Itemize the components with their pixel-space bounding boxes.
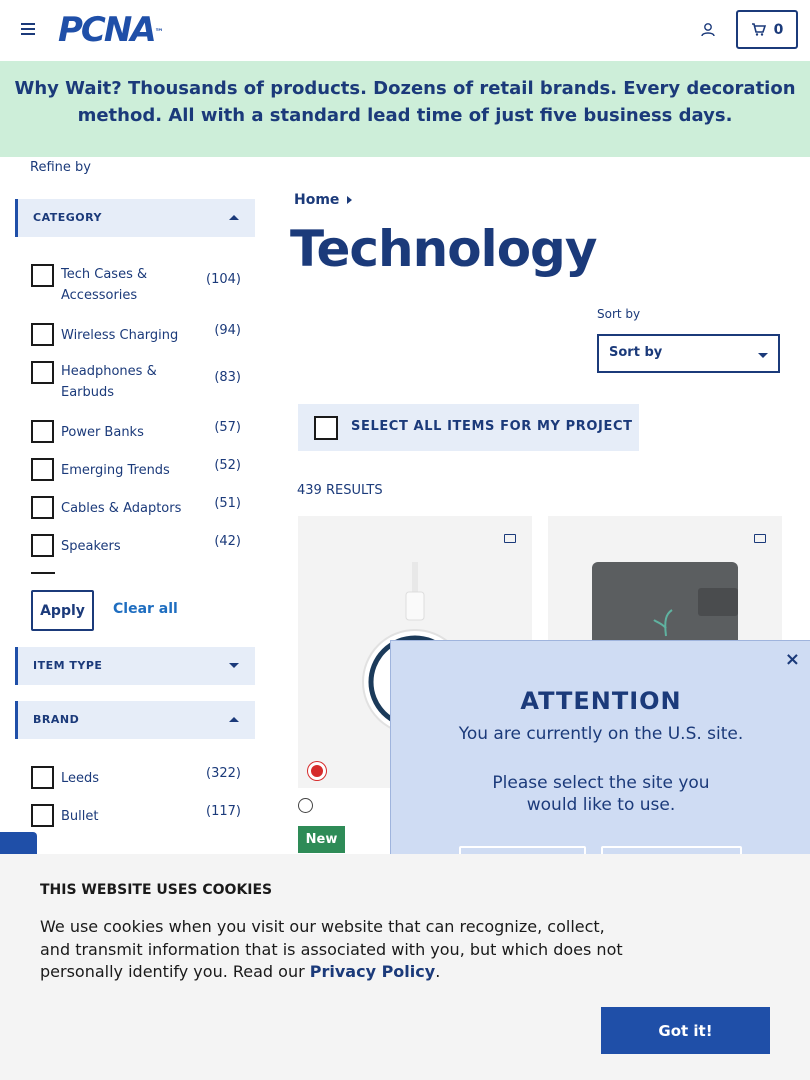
sort-select-value: Sort by [609, 345, 663, 360]
sort-label: Sort by [597, 307, 641, 321]
results-count: 439 RESULTS [297, 483, 383, 498]
apply-button[interactable]: Apply [31, 590, 94, 631]
checkbox[interactable] [31, 264, 54, 287]
checkbox[interactable] [31, 496, 54, 519]
facet-option-count: (104) [206, 272, 241, 287]
checkbox[interactable] [31, 534, 54, 557]
promo-banner: Why Wait? Thousands of products. Dozens … [0, 61, 810, 157]
color-swatch-red[interactable] [308, 762, 326, 780]
facet-option-label: Headphones & Earbuds [61, 364, 157, 400]
facet-option-count: (117) [206, 804, 241, 819]
cookie-period: . [435, 962, 441, 981]
cookie-text: We use cookies when you visit our websit… [40, 916, 630, 984]
page: PCNA™ 0 Why Wait? Thousands of products.… [0, 0, 810, 1080]
facet-option-label: Cables & Adaptors [61, 501, 182, 516]
facet-option-count: (57) [214, 420, 241, 435]
compare-radio[interactable] [298, 798, 313, 813]
privacy-policy-link[interactable]: Privacy Policy [310, 962, 435, 981]
breadcrumb-home[interactable]: Home [294, 192, 339, 208]
checkbox[interactable] [31, 420, 54, 443]
site-header: PCNA™ 0 [0, 0, 810, 61]
facet-option-count: (322) [206, 766, 241, 781]
chevron-down-icon [758, 353, 768, 358]
facet-option-label: Emerging Trends [61, 463, 170, 478]
select-all-items[interactable]: SELECT ALL ITEMS FOR MY PROJECT [298, 404, 639, 451]
modal-title: ATTENTION [520, 687, 682, 715]
facet-category-toggle[interactable]: CATEGORY [15, 199, 255, 237]
got-it-button[interactable]: Got it! [601, 1007, 770, 1054]
checkbox[interactable] [31, 804, 54, 827]
banner-text: Thousands of products. Dozens of retail … [77, 78, 796, 126]
checkbox[interactable] [314, 416, 338, 440]
checkbox[interactable] [31, 361, 54, 384]
chevron-up-icon [229, 717, 239, 722]
facet-brand-toggle[interactable]: BRAND [15, 701, 255, 739]
modal-site-notice: You are currently on the U.S. site. [458, 724, 744, 744]
checkbox[interactable] [31, 323, 54, 346]
refine-label: Refine by [30, 160, 91, 175]
checkbox[interactable] [31, 766, 54, 789]
breadcrumb: Home [294, 192, 353, 208]
facet-list-overflow [31, 572, 55, 575]
select-all-label: SELECT ALL ITEMS FOR MY PROJECT [351, 419, 633, 434]
cart-icon [751, 23, 766, 36]
sort-select[interactable]: Sort by [597, 334, 780, 373]
chevron-down-icon [229, 663, 239, 668]
cookie-title: THIS WEBSITE USES COOKIES [40, 882, 273, 898]
facet-option-count: (94) [214, 323, 241, 338]
close-icon[interactable]: × [785, 649, 800, 670]
cookie-banner: THIS WEBSITE USES COOKIES We use cookies… [0, 854, 810, 1080]
modal-prompt-line1: Please select the site you [492, 773, 710, 793]
caret-right-icon [347, 196, 353, 204]
facet-category-title: CATEGORY [33, 211, 102, 224]
facet-item-type-title: ITEM TYPE [33, 659, 103, 672]
pcna-logo[interactable]: PCNA™ [58, 10, 164, 50]
facet-brand-title: BRAND [33, 713, 80, 726]
facet-option-label: Leeds [61, 771, 100, 786]
banner-lead: Why Wait? [14, 78, 122, 99]
chevron-up-icon [229, 215, 239, 220]
clear-all-link[interactable]: Clear all [113, 601, 178, 617]
facet-option-label: Wireless Charging [61, 328, 179, 343]
facet-option-label: Speakers [61, 539, 121, 554]
facet-option-count: (51) [214, 496, 241, 511]
cart-count: 0 [773, 21, 784, 38]
facet-option-label: Tech Cases & Accessories [61, 267, 148, 303]
facet-option-count: (52) [214, 458, 241, 473]
new-badge: New [298, 826, 345, 853]
facet-option-label: Power Banks [61, 425, 144, 440]
menu-icon[interactable] [21, 23, 35, 37]
facet-option-count: (42) [214, 534, 241, 549]
facet-option-count: (83) [214, 370, 241, 385]
user-icon[interactable] [700, 22, 716, 38]
modal-prompt-line2: would like to use. [526, 795, 676, 815]
facet-item-type-toggle[interactable]: ITEM TYPE [15, 647, 255, 685]
cart-button[interactable]: 0 [736, 10, 798, 49]
page-title: Technology [290, 220, 597, 278]
facet-option-label: Bullet [61, 809, 99, 824]
checkbox[interactable] [31, 458, 54, 481]
